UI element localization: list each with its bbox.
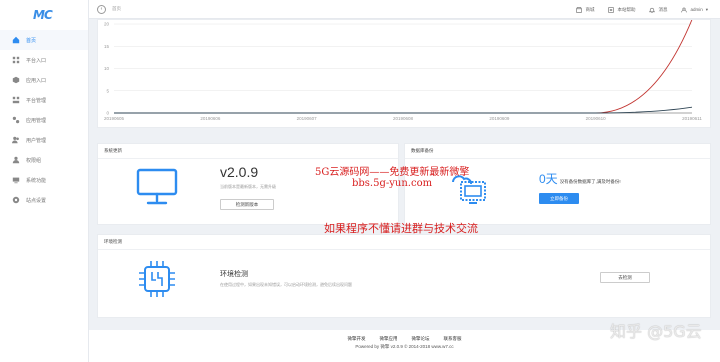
x-tick-label: 20190611 bbox=[682, 116, 702, 121]
watermark-line2: bbs.5g-yun.com bbox=[352, 178, 433, 189]
footer-link[interactable]: 微擎应用 bbox=[380, 336, 398, 342]
env-heading: 环境检测 bbox=[220, 271, 248, 278]
sidebar-item[interactable]: 权限组 bbox=[0, 150, 88, 170]
x-tick-label: 20190605 bbox=[104, 116, 125, 121]
topbar: ‹ 首页 商城 本站帮助 消息 admin ▾ bbox=[89, 0, 720, 19]
sidebar-item[interactable]: 系统功能 bbox=[0, 170, 88, 190]
panel-title: 数据库备份 bbox=[405, 144, 710, 159]
version-number: v2.0.9 bbox=[220, 164, 259, 180]
sidebar-item[interactable]: 平台管理 bbox=[0, 90, 88, 110]
backup-now-button[interactable]: 立即备份 bbox=[539, 193, 579, 204]
user-icon bbox=[681, 7, 688, 12]
database-backup-panel: 数据库备份 0天 没有备份数据库了,满及时备份! 立即备份 bbox=[404, 143, 711, 225]
backup-days-count: 0天 bbox=[539, 172, 558, 186]
series-line bbox=[114, 20, 693, 114]
shop-icon bbox=[576, 6, 583, 13]
backup-days: 0天 没有备份数据库了,满及时备份! bbox=[539, 170, 621, 187]
chip-icon bbox=[139, 261, 175, 297]
sidebar-item-label: 应用管理 bbox=[26, 117, 47, 124]
panel-title: 环境检测 bbox=[98, 235, 710, 250]
sidebar-nav: 首页平台入口应用入口平台管理应用管理用户管理权限组系统功能站点设置 bbox=[0, 30, 88, 210]
grid-icon bbox=[12, 56, 20, 64]
user-menu[interactable]: admin ▾ bbox=[681, 7, 708, 13]
y-tick-label: 15 bbox=[104, 44, 110, 49]
x-tick-label: 20190609 bbox=[489, 116, 510, 121]
sidebar-item[interactable]: 站点设置 bbox=[0, 190, 88, 210]
corner-watermark: 知乎 @5G云 bbox=[610, 322, 702, 341]
logo[interactable]: MC bbox=[33, 8, 53, 22]
watermark-line3: 如果程序不懂请进群与技术交流 bbox=[324, 222, 478, 235]
go-check-button[interactable]: 去检测 bbox=[600, 272, 650, 283]
footer-link[interactable]: 微擎开发 bbox=[348, 336, 366, 342]
y-tick-label: 10 bbox=[104, 66, 110, 71]
panel-title: 系统更新 bbox=[98, 144, 398, 159]
sidebar: MC 首页平台入口应用入口平台管理应用管理用户管理权限组系统功能站点设置 bbox=[0, 0, 89, 362]
stats-chart: 0 5 10 15 20 20190605 20190606 20190607 20190608… bbox=[97, 19, 711, 128]
x-tick-label: 20190608 bbox=[393, 116, 414, 121]
sidebar-item-label: 权限组 bbox=[26, 157, 42, 164]
sidebar-item-label: 站点设置 bbox=[26, 197, 47, 204]
help-icon bbox=[608, 6, 615, 13]
sidebar-item-label: 平台管理 bbox=[26, 97, 47, 104]
footer-link[interactable]: 微擎论坛 bbox=[412, 336, 430, 342]
top-link-label: 消息 bbox=[658, 6, 668, 12]
watermark-line1: 5G云源码网——免费更新最新微擎 bbox=[315, 167, 470, 178]
sidebar-item[interactable]: 应用管理 bbox=[0, 110, 88, 130]
settings-icon bbox=[12, 196, 20, 204]
sidebar-item-label: 应用入口 bbox=[26, 77, 47, 84]
env-desc: 在使用过程中，如果出现未知错误，可以启动环境检测，避免后续出现问题 bbox=[220, 282, 352, 287]
top-link-help[interactable]: 本站帮助 bbox=[608, 7, 635, 13]
check-update-button[interactable]: 检测新版本 bbox=[220, 199, 274, 210]
top-link-shop[interactable]: 商城 bbox=[576, 7, 594, 13]
breadcrumb: 首页 bbox=[112, 6, 121, 11]
sidebar-item-label: 平台入口 bbox=[26, 57, 47, 64]
line-chart: 0 5 10 15 20 20190605 20190606 20190607 20190608… bbox=[104, 20, 702, 121]
chevron-down-icon: ▾ bbox=[705, 6, 708, 12]
y-tick-label: 0 bbox=[106, 111, 109, 116]
x-tick-label: 20190607 bbox=[297, 116, 318, 121]
top-link-messages[interactable]: 消息 bbox=[649, 7, 667, 13]
bell-icon bbox=[649, 7, 656, 13]
cube-icon bbox=[12, 76, 20, 84]
y-tick-label: 20 bbox=[104, 22, 110, 27]
monitor-icon bbox=[136, 168, 178, 205]
backup-hint: 没有备份数据库了,满及时备份! bbox=[559, 179, 621, 184]
sidebar-item[interactable]: 用户管理 bbox=[0, 130, 88, 150]
copyright: Powered by 微擎 v2.0.9 © 2014-2018 www.w7.… bbox=[355, 344, 454, 349]
sidebar-item[interactable]: 应用入口 bbox=[0, 70, 88, 90]
top-links: 商城 本站帮助 消息 admin ▾ bbox=[576, 0, 708, 19]
back-button[interactable]: ‹ bbox=[97, 4, 106, 14]
sidebar-item-label: 系统功能 bbox=[26, 177, 47, 184]
user-group-icon bbox=[12, 156, 20, 164]
username: admin bbox=[690, 7, 703, 12]
footer-link[interactable]: 联系客服 bbox=[444, 336, 462, 342]
top-link-label: 本站帮助 bbox=[617, 6, 636, 12]
sidebar-item[interactable]: 首页 bbox=[0, 30, 88, 50]
sidebar-item-label: 首页 bbox=[26, 37, 37, 44]
environment-check-panel: 环境检测 环境检测 在使用过程中，如果出现未知错误，可以启动环境检测，避免后续出… bbox=[97, 234, 711, 318]
y-tick-label: 5 bbox=[106, 88, 109, 93]
x-tick-label: 20190610 bbox=[586, 116, 607, 121]
sidebar-item[interactable]: 平台入口 bbox=[0, 50, 88, 70]
x-tick-label: 20190606 bbox=[200, 116, 221, 121]
cubes-icon bbox=[12, 116, 20, 124]
version-desc: 当前版本是最新版本，无需升级 bbox=[220, 184, 276, 189]
system-icon bbox=[12, 176, 20, 184]
sidebar-item-label: 用户管理 bbox=[26, 137, 47, 144]
top-link-label: 商城 bbox=[585, 6, 595, 12]
users-icon bbox=[12, 136, 20, 144]
home-icon bbox=[12, 36, 20, 44]
apps-icon bbox=[12, 96, 20, 104]
